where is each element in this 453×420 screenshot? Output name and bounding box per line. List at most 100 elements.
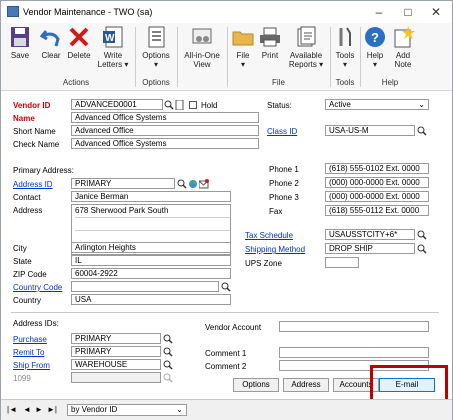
comment-2-label: Comment 2	[205, 362, 247, 371]
next-record-button[interactable]: ►	[35, 405, 43, 414]
status-dropdown[interactable]: Active ⌄	[325, 99, 429, 110]
add-note-button[interactable]: Add Note	[389, 25, 417, 69]
remit-to-field[interactable]: PRIMARY	[71, 346, 161, 357]
state-label: State	[13, 257, 32, 266]
lookup-icon[interactable]	[164, 100, 174, 110]
svg-text:W: W	[105, 33, 115, 44]
clear-button[interactable]: Clear	[37, 25, 65, 60]
phone-3-field[interactable]: (000) 000-0000 Ext. 0000	[325, 191, 429, 202]
divider	[11, 312, 439, 313]
save-button[interactable]: Save	[5, 25, 35, 60]
city-label: City	[13, 244, 27, 253]
options-button[interactable]: Options ▾	[138, 25, 174, 69]
ship-from-field[interactable]: WAREHOUSE	[71, 359, 161, 370]
lookup-icon[interactable]	[163, 334, 173, 344]
shipping-method-field[interactable]: DROP SHIP	[325, 243, 415, 254]
chevron-down-icon: ⌄	[176, 405, 183, 414]
globe-icon[interactable]	[188, 179, 198, 189]
state-field[interactable]: IL	[71, 255, 231, 266]
country-code-field[interactable]	[71, 281, 219, 292]
fax-label: Fax	[269, 207, 283, 216]
last-record-button[interactable]: ►|	[47, 405, 57, 414]
class-id-link[interactable]: Class ID	[267, 127, 297, 136]
address-id-link[interactable]: Address ID	[13, 180, 53, 189]
email-icon[interactable]	[199, 179, 209, 189]
print-button[interactable]: Print	[257, 25, 283, 60]
help-button[interactable]: ? Help ▾	[362, 25, 388, 69]
available-reports-button[interactable]: Available Reports ▾	[284, 25, 328, 69]
zip-code-field[interactable]: 60004-2922	[71, 268, 231, 279]
help-icon: ?	[363, 25, 387, 49]
fax-field[interactable]: (618) 555-0112 Ext. 0000	[325, 205, 429, 216]
hold-label: Hold	[201, 101, 218, 110]
check-name-field[interactable]: Advanced Office Systems	[71, 138, 259, 149]
lookup-icon[interactable]	[417, 230, 427, 240]
ribbon-separator	[227, 27, 228, 87]
tax-schedule-field[interactable]: USAUSSTCITY+6*	[325, 229, 415, 240]
short-name-field[interactable]: Advanced Office	[71, 125, 259, 136]
comment-1-field[interactable]	[279, 347, 429, 358]
lookup-icon[interactable]	[417, 244, 427, 254]
vendor-account-field[interactable]	[279, 321, 429, 332]
svg-text:?: ?	[371, 30, 379, 45]
contact-field[interactable]: Janice Berman	[71, 191, 231, 202]
shipping-method-link[interactable]: Shipping Method	[245, 245, 305, 254]
phone-2-field[interactable]: (000) 000-0000 Ext. 0000	[325, 177, 429, 188]
app-icon	[7, 6, 19, 17]
tools-button[interactable]: Tools ▾	[332, 25, 358, 69]
vendor-account-label: Vendor Account	[205, 323, 262, 332]
name-field[interactable]: Advanced Office Systems	[71, 112, 259, 123]
phone-2-label: Phone 2	[269, 179, 299, 188]
form-1099-label: 1099	[13, 374, 31, 383]
sort-order-dropdown[interactable]: by Vendor ID ⌄	[67, 404, 187, 416]
maximize-button[interactable]: □	[394, 3, 422, 21]
country-code-link[interactable]: Country Code	[13, 283, 62, 292]
purchase-address-field[interactable]: PRIMARY	[71, 333, 161, 344]
group-label-actions: Actions	[62, 78, 90, 87]
address-id-field[interactable]: PRIMARY	[71, 178, 175, 189]
vendor-id-field[interactable]: ADVANCED0001	[71, 99, 163, 110]
group-label-help: Help	[381, 78, 399, 87]
floppy-disk-icon	[8, 25, 32, 49]
add-note-icon	[391, 25, 415, 49]
short-name-label: Short Name	[13, 127, 56, 136]
ups-zone-field[interactable]	[325, 257, 359, 268]
ribbon-separator	[177, 27, 178, 87]
group-label-file: File	[272, 78, 285, 87]
write-letters-button[interactable]: W Write Letters ▾	[95, 25, 131, 69]
contact-label: Contact	[13, 193, 41, 202]
ship-from-link[interactable]: Ship From	[13, 361, 50, 370]
tax-schedule-link[interactable]: Tax Schedule	[245, 231, 293, 240]
lookup-icon[interactable]	[417, 126, 427, 136]
word-document-icon: W	[101, 25, 125, 49]
city-field[interactable]: Arlington Heights	[71, 242, 231, 253]
group-label-tools: Tools	[335, 78, 355, 87]
ribbon-separator	[330, 27, 331, 87]
phone-1-field[interactable]: (618) 555-0102 Ext. 0000	[325, 163, 429, 174]
sort-order-value: by Vendor ID	[71, 405, 118, 414]
tools-icon	[333, 25, 357, 49]
address-button[interactable]: Address	[283, 378, 329, 392]
all-in-one-view-button[interactable]: All-in-One View	[180, 25, 224, 69]
first-record-button[interactable]: |◄	[7, 405, 17, 414]
options-bottom-button[interactable]: Options	[233, 378, 279, 392]
note-icon[interactable]	[175, 100, 185, 110]
country-field[interactable]: USA	[71, 294, 231, 305]
lookup-icon[interactable]	[163, 360, 173, 370]
phone-3-label: Phone 3	[269, 193, 299, 202]
previous-record-button[interactable]: ◄	[23, 405, 31, 414]
class-id-field[interactable]: USA-US-M	[325, 125, 415, 136]
hold-checkbox[interactable]	[189, 101, 197, 109]
all-in-one-view-icon	[190, 25, 214, 49]
check-name-label: Check Name	[13, 140, 60, 149]
remit-to-link[interactable]: Remit To	[13, 348, 44, 357]
lookup-icon[interactable]	[221, 282, 231, 292]
close-button[interactable]: ✕	[422, 3, 450, 21]
file-button[interactable]: File ▾	[230, 25, 256, 69]
minimize-button[interactable]: –	[365, 3, 393, 21]
lookup-icon[interactable]	[177, 179, 187, 189]
primary-address-label: Primary Address:	[13, 166, 74, 175]
lookup-icon[interactable]	[163, 347, 173, 357]
purchase-link[interactable]: Purchase	[13, 335, 47, 344]
delete-button[interactable]: Delete	[65, 25, 93, 60]
